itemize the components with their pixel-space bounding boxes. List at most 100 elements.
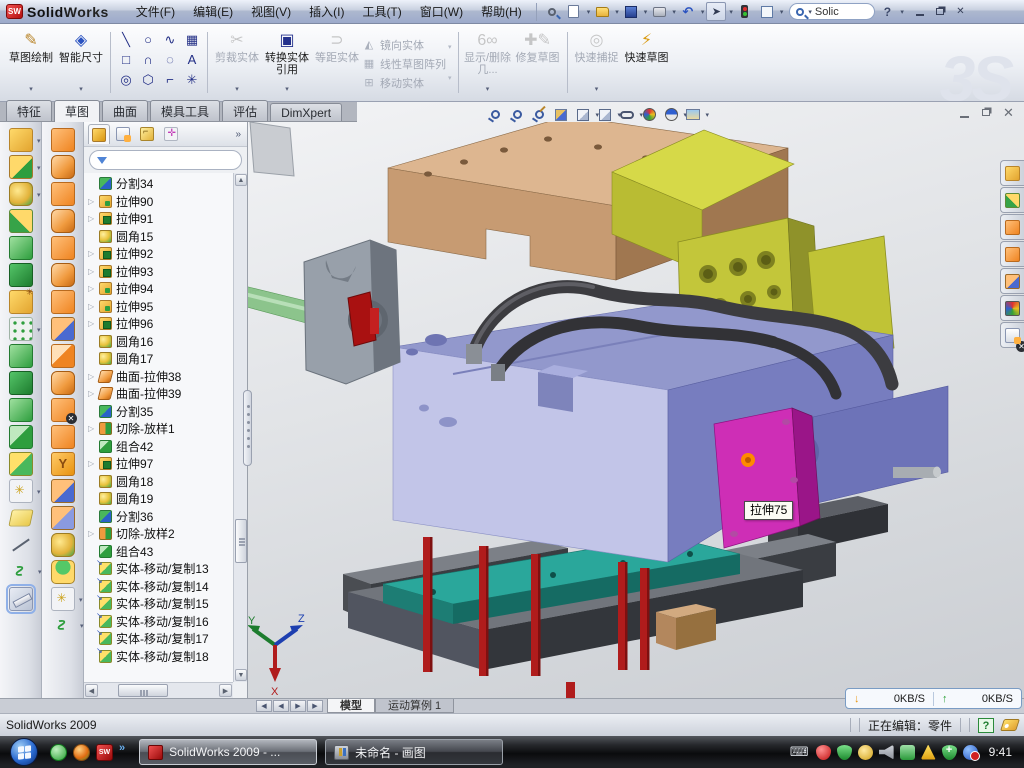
menu-file[interactable]: 文件(F): [127, 0, 184, 23]
thicken-icon[interactable]: [51, 533, 75, 557]
tree-item[interactable]: ▷ 实体-移动/复制14: [84, 578, 233, 596]
menu-edit[interactable]: 编辑(E): [184, 0, 242, 23]
menu-insert[interactable]: 插入(I): [300, 0, 353, 23]
fillet-icon[interactable]: [9, 182, 33, 206]
expand-arrow-icon[interactable]: ▷: [88, 249, 99, 258]
extruded-boss-icon[interactable]: [9, 128, 33, 152]
slot-icon[interactable]: ◎: [120, 73, 131, 87]
tree-item[interactable]: ▷ 圆角17: [84, 350, 233, 368]
planar-surface-icon[interactable]: [51, 290, 75, 314]
tree-item[interactable]: ▷ 圆角18: [84, 473, 233, 491]
display-delete-relations-button[interactable]: 6∞ 显示/删除几...▾: [463, 26, 513, 98]
circle-icon[interactable]: ○: [144, 33, 152, 47]
tray-network-icon[interactable]: [900, 745, 915, 760]
display-style-icon[interactable]: [596, 106, 614, 123]
tree-item[interactable]: ▷ 圆角15: [84, 228, 233, 246]
rib-icon[interactable]: [9, 344, 33, 368]
linear-sketch-pattern-button[interactable]: ▦线性草图阵列: [362, 56, 446, 72]
arc-icon[interactable]: ∩: [143, 53, 152, 67]
tree-item[interactable]: ▷ 实体-移动/复制15: [84, 595, 233, 613]
tree-filter-input[interactable]: [89, 150, 242, 170]
tree-item[interactable]: ▷ 切除-放样2: [84, 525, 233, 543]
tree-item[interactable]: ▷ 分割34: [84, 175, 233, 193]
restore-button[interactable]: [932, 4, 949, 19]
trim-entities-button[interactable]: ✂ 剪裁实体▾: [212, 26, 262, 98]
lofted-boss-icon[interactable]: [9, 236, 33, 260]
close-button[interactable]: ✕: [952, 4, 969, 19]
new-caret[interactable]: ▾: [587, 8, 591, 16]
zoom-fit-icon[interactable]: [486, 106, 504, 123]
expand-arrow-icon[interactable]: ▷: [88, 529, 99, 538]
pin-icon[interactable]: [542, 2, 562, 21]
repair-sketch-button[interactable]: ✚✎ 修复草图: [513, 26, 563, 98]
ellipse-icon[interactable]: ◌: [166, 53, 174, 67]
tree-item[interactable]: ▷ 拉伸91: [84, 210, 233, 228]
text-icon[interactable]: A: [188, 53, 197, 67]
expand-arrow-icon[interactable]: ▷: [88, 267, 99, 276]
point-icon[interactable]: ✳: [187, 73, 198, 87]
dimxpertmanager-tab[interactable]: [160, 124, 182, 144]
scene-icon[interactable]: [662, 106, 680, 123]
doc-close-button[interactable]: ✕: [1002, 107, 1016, 119]
part-small-block[interactable]: [656, 604, 716, 650]
hole-wizard-icon[interactable]: [9, 290, 33, 314]
quick-snaps-button[interactable]: ◎ 快速捕捉▾: [572, 26, 622, 98]
tree-item[interactable]: ▷ 拉伸94: [84, 280, 233, 298]
linear-pattern-feature-icon[interactable]: [9, 317, 33, 341]
tree-item[interactable]: ▷ 拉伸93: [84, 263, 233, 281]
doc-minimize-button[interactable]: [958, 107, 972, 119]
hide-show-icon[interactable]: [618, 106, 636, 123]
offset-surface-icon[interactable]: [51, 263, 75, 287]
tab-dimxpert[interactable]: DimXpert: [270, 103, 342, 121]
dome-icon[interactable]: [51, 560, 75, 584]
horizontal-scroll-thumb[interactable]: [118, 684, 168, 697]
quicklaunch-messenger-icon[interactable]: [50, 744, 67, 761]
scroll-down-icon[interactable]: ▼: [235, 669, 247, 681]
ruled-surface-icon[interactable]: [51, 371, 75, 395]
appearances-icon[interactable]: [1000, 295, 1024, 321]
tree-item[interactable]: ▷ 实体-移动/复制16: [84, 613, 233, 631]
plane-icon[interactable]: [8, 509, 33, 526]
tree-horizontal-scrollbar[interactable]: ◀ ▶: [84, 682, 233, 698]
measure-icon[interactable]: [9, 587, 33, 611]
tree-item[interactable]: ▷ 分割35: [84, 403, 233, 421]
options-icon[interactable]: [757, 2, 777, 21]
help-icon[interactable]: ?: [877, 2, 897, 21]
mirror-entities-button[interactable]: ◭镜向实体: [362, 37, 446, 53]
axis-icon[interactable]: [9, 533, 33, 557]
toolbox-icon[interactable]: [1000, 241, 1024, 267]
save-caret[interactable]: ▾: [644, 8, 648, 16]
tab-features[interactable]: 特征: [6, 100, 52, 121]
tray-volume-icon[interactable]: [879, 745, 894, 760]
sheet-tab-model[interactable]: 模型: [327, 699, 375, 713]
vertical-scroll-thumb[interactable]: [235, 519, 247, 563]
rapid-sketch-button[interactable]: ⚡ 快速草图: [622, 26, 672, 98]
shell-icon[interactable]: [9, 398, 33, 422]
undo-caret[interactable]: ▾: [701, 8, 705, 16]
mid-surface-icon[interactable]: [51, 236, 75, 260]
annotation-icon[interactable]: [684, 106, 702, 123]
sheet-nav-1[interactable]: ◀: [273, 700, 289, 712]
pattern-icon[interactable]: ▦: [186, 33, 198, 47]
expand-arrow-icon[interactable]: ▷: [88, 214, 99, 223]
revolved-surface-icon[interactable]: [51, 155, 75, 179]
tree-item[interactable]: ▷ 拉伸90: [84, 193, 233, 211]
tag-icon[interactable]: [1000, 719, 1020, 731]
tray-update-icon[interactable]: [858, 745, 873, 760]
sketch-fillet-icon[interactable]: ⌐: [166, 73, 174, 87]
rectangle-icon[interactable]: □: [122, 53, 130, 67]
section-view-icon[interactable]: [552, 106, 570, 123]
taskbar-paint[interactable]: 未命名 - 画图: [325, 739, 503, 765]
boundary-surface-icon[interactable]: [51, 317, 75, 341]
appearance-icon[interactable]: [640, 106, 658, 123]
start-button[interactable]: [10, 738, 38, 766]
tree-item[interactable]: ▷ 圆角16: [84, 333, 233, 351]
menu-help[interactable]: 帮助(H): [472, 0, 531, 23]
new-document-icon[interactable]: [564, 2, 584, 21]
tree-item[interactable]: ▷ 圆角19: [84, 490, 233, 508]
tree-item[interactable]: ▷ 拉伸95: [84, 298, 233, 316]
design-library-icon[interactable]: [1000, 187, 1024, 213]
extruded-cut-icon[interactable]: [9, 155, 33, 179]
save-icon[interactable]: [621, 2, 641, 21]
freeform-icon[interactable]: [51, 587, 75, 611]
